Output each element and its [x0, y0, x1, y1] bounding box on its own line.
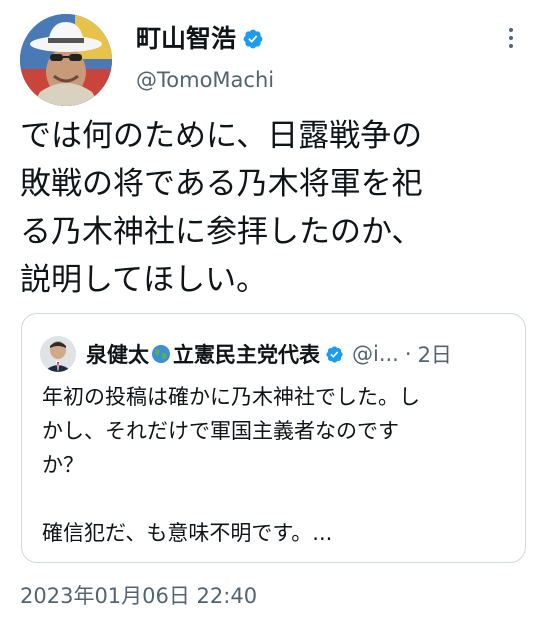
quoted-author-name-part2[interactable]: 立憲民主党代表 [173, 339, 320, 369]
quoted-header: 泉健太 立憲民主党代表 @i... · 2日 [86, 339, 452, 369]
separator-dot: · [404, 342, 412, 366]
quoted-author-name-part1[interactable]: 泉健太 [86, 339, 149, 369]
verified-badge-icon [243, 29, 263, 48]
tweet-text: では何のために、日露戦争の 敗戦の将である乃木将軍を祀 る乃木神社に参拝したのか… [20, 118, 423, 298]
quoted-verified-badge-icon [326, 345, 343, 363]
quoted-author-avatar[interactable] [40, 336, 76, 372]
globe-emoji-icon [152, 345, 170, 363]
more-options-icon[interactable] [506, 28, 516, 48]
author-name-row: 町山智浩 [136, 26, 264, 51]
author-name[interactable]: 町山智浩 [136, 26, 236, 51]
quoted-time[interactable]: 2日 [418, 339, 452, 369]
author-handle[interactable]: @TomoMachi [136, 68, 274, 92]
quoted-tweet[interactable]: 泉健太 立憲民主党代表 @i... · 2日 年初の投稿は確かに乃木神社でした。… [21, 313, 526, 563]
tweet-timestamp[interactable]: 2023年01月06日 22:40 [20, 580, 257, 610]
author-avatar[interactable] [20, 14, 112, 106]
quoted-author-handle[interactable]: @i... [352, 342, 399, 366]
quoted-tweet-text: 年初の投稿は確かに乃木神社でした。し かし、それだけで軍国主義者なのです か？ … [42, 385, 420, 545]
